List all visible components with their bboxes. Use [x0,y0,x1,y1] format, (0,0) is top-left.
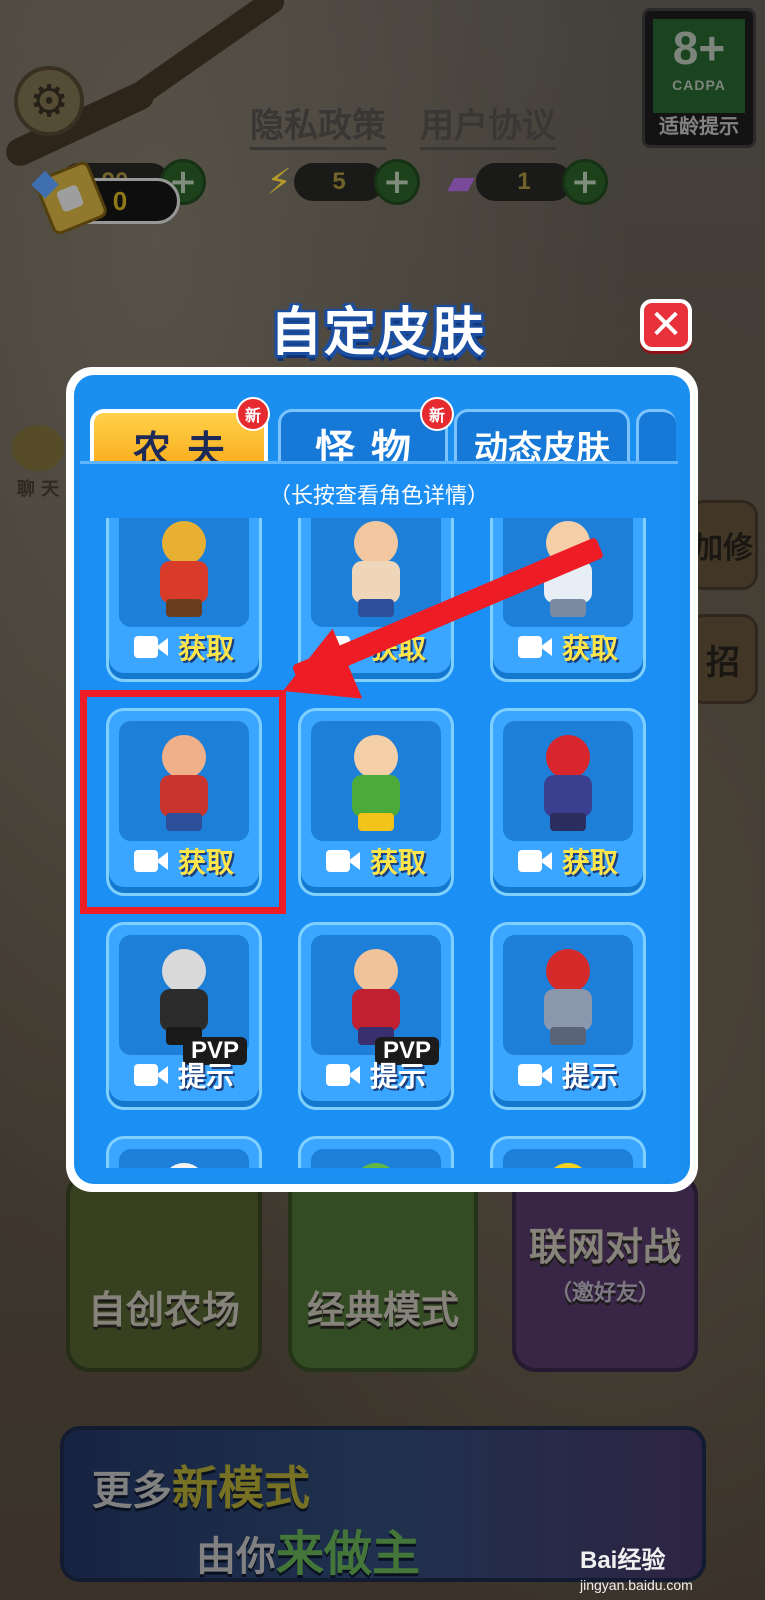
skin-action-label: 提示 [369,1060,426,1093]
new-badge: 新 [420,397,454,431]
dark-wizard-icon [144,943,224,1047]
red-robot-icon [528,943,608,1047]
skin-card[interactable]: 获取 [106,518,262,682]
skin-action-label: 获取 [369,846,426,879]
bearded-butcher-icon [336,518,416,619]
skin-action[interactable]: 提示 [109,1055,259,1095]
skin-portrait [503,721,633,841]
gunner-soldier-icon [528,729,608,833]
skin-portrait: PVP [311,935,441,1065]
skin-action-label: 提示 [561,1060,618,1093]
video-icon [517,633,554,661]
skin-card[interactable]: 获取 [490,708,646,896]
skin-card[interactable]: 获取 [298,708,454,896]
skin-card[interactable] [106,1136,262,1168]
skin-card[interactable]: 获取 [490,518,646,682]
highlight-box [80,690,286,914]
video-icon [133,1061,170,1089]
caped-sorcerer-icon [336,943,416,1047]
watermark: Bai经验 jingyan.baidu.com [580,1540,693,1593]
long-press-hint: （长按查看角色详情） [268,484,489,509]
skin-portrait [119,1149,249,1168]
watermark-main: Bai经验 [580,1547,666,1574]
skin-portrait [119,518,249,627]
leopard-farmer-icon [144,518,224,619]
skin-action[interactable]: 获取 [301,841,451,881]
video-icon [325,1061,362,1089]
skin-portrait [311,1149,441,1168]
green-shirt-man-icon [336,729,416,833]
skin-action[interactable]: 提示 [301,1055,451,1095]
skin-portrait: PVP [119,935,249,1065]
video-icon [133,633,170,661]
skin-portrait [311,721,441,841]
video-icon [517,1061,554,1089]
skin-action-label: 获取 [177,632,234,665]
skin-action[interactable]: 获取 [493,627,643,667]
video-icon [517,847,554,875]
close-icon[interactable]: ✕ [640,299,692,351]
skin-card[interactable] [298,1136,454,1168]
skin-action-label: 获取 [561,632,618,665]
skin-portrait [503,935,633,1055]
skin-card[interactable]: 提示 [490,922,646,1110]
white-cat-icon [144,1157,224,1168]
skin-action[interactable]: 获取 [493,841,643,881]
lightning-icon: ⚡ [266,161,292,203]
skin-action-label: 获取 [561,846,618,879]
green-goblin-icon [336,1157,416,1168]
skin-card[interactable] [490,1136,646,1168]
gem-icon: ◆ [31,161,59,203]
skin-action[interactable]: 获取 [109,627,259,667]
dialog-title: 自定皮肤 [270,303,487,363]
skin-action[interactable]: 提示 [493,1055,643,1095]
new-badge: 新 [236,397,270,431]
yellow-ball-icon [528,1157,608,1168]
skin-action-label: 提示 [177,1060,234,1093]
skin-card[interactable]: PVP 提示 [106,922,262,1110]
ticket-icon: ▰ [447,161,475,203]
video-icon [325,847,362,875]
skin-card[interactable]: PVP 提示 [298,922,454,1110]
watermark-sub: jingyan.baidu.com [580,1577,693,1593]
skin-portrait [503,1149,633,1168]
